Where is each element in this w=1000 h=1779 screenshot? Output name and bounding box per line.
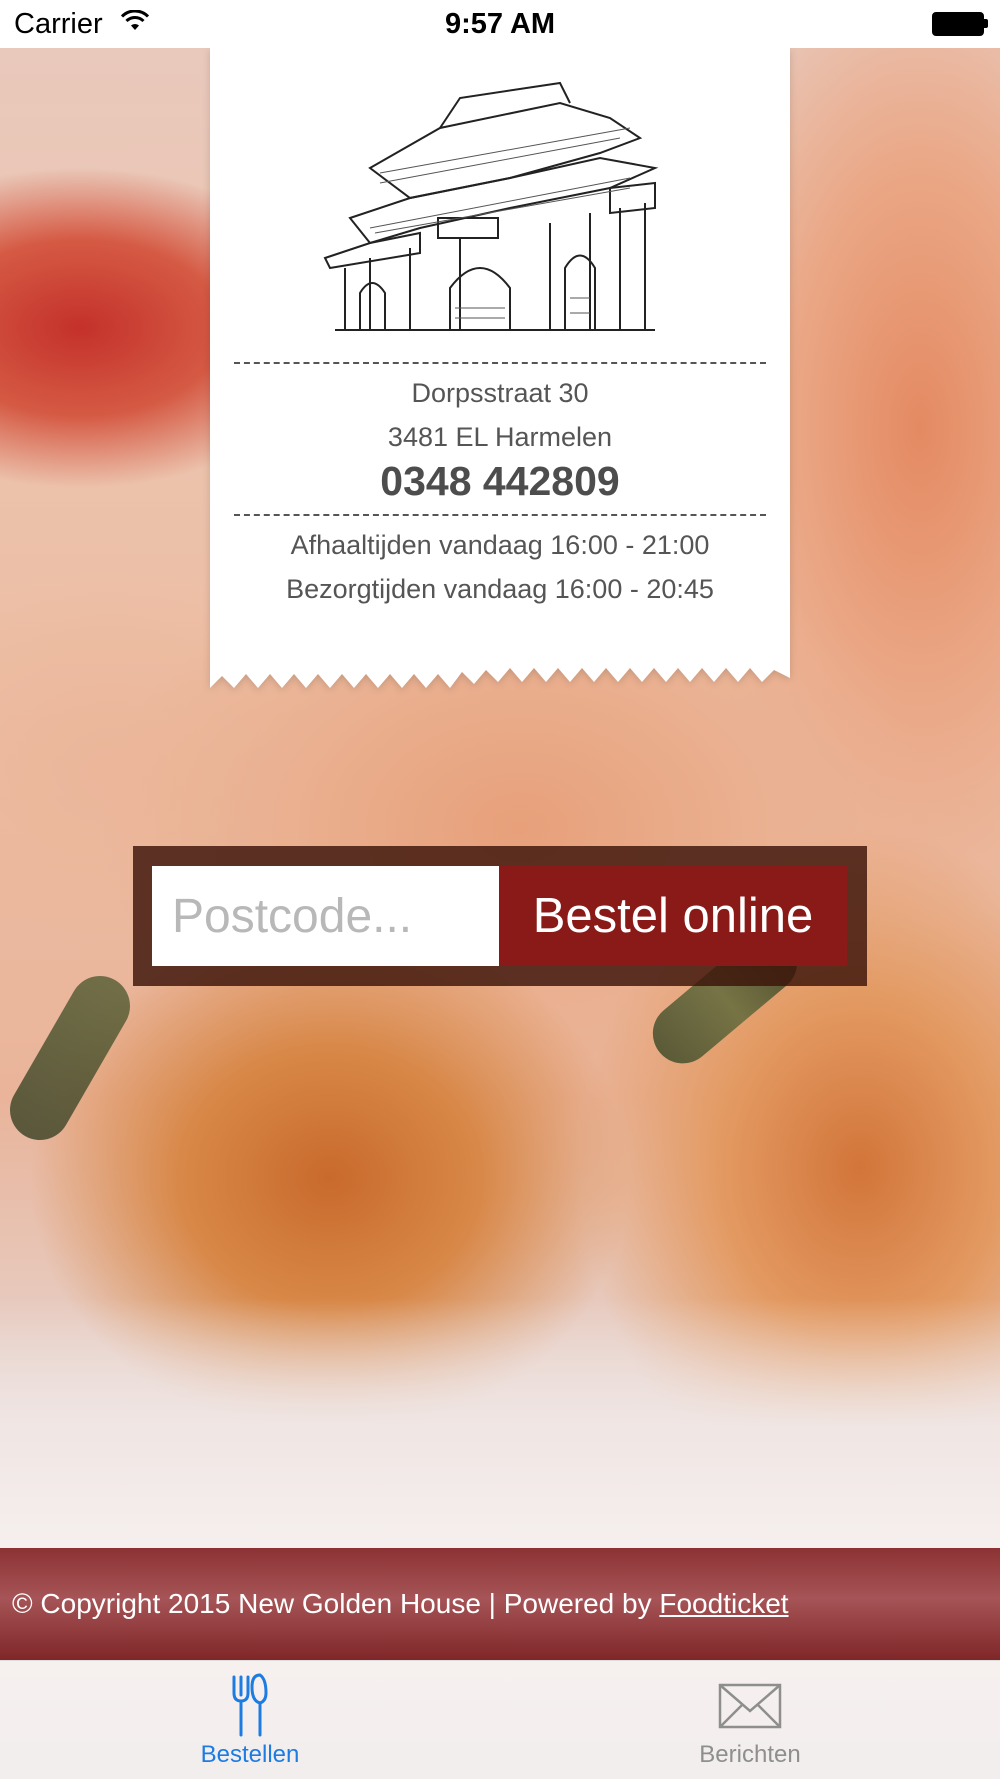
restaurant-info-card: Dorpsstraat 30 3481 EL Harmelen 0348 442… xyxy=(210,48,790,688)
tab-bar: Bestellen Berichten xyxy=(0,1660,1000,1779)
clock: 9:57 AM xyxy=(444,8,556,40)
tab-berichten[interactable]: Berichten xyxy=(500,1661,1000,1779)
postcode-input[interactable] xyxy=(152,866,499,966)
tab-label-berichten: Berichten xyxy=(699,1741,801,1768)
fork-knife-icon xyxy=(232,1673,268,1737)
tab-bestellen[interactable]: Bestellen xyxy=(0,1661,500,1779)
copyright-text: © Copyright 2015 New Golden House | Powe… xyxy=(12,1588,660,1619)
divider-bottom xyxy=(234,514,766,516)
restaurant-logo-gate xyxy=(323,81,659,331)
footer-bar: © Copyright 2015 New Golden House | Powe… xyxy=(0,1548,1000,1660)
pickup-hours: Afhaaltijden vandaag 16:00 - 21:00 xyxy=(290,530,710,560)
battery-icon xyxy=(932,12,988,36)
delivery-hours: Bezorgtijden vandaag 16:00 - 20:45 xyxy=(286,574,714,604)
address-city: 3481 EL Harmelen xyxy=(387,422,613,452)
status-bar: Carrier 9:57 AM xyxy=(0,0,1000,48)
phone-number[interactable]: 0348 442809 xyxy=(210,458,790,505)
envelope-icon xyxy=(718,1683,782,1729)
order-online-button[interactable]: Bestel online xyxy=(499,866,847,966)
tab-label-bestellen: Bestellen xyxy=(200,1741,300,1768)
address-street: Dorpsstraat 30 xyxy=(411,378,589,408)
divider-top xyxy=(234,362,766,364)
order-form: Bestel online xyxy=(133,846,867,986)
foodticket-link[interactable]: Foodticket xyxy=(659,1588,788,1619)
